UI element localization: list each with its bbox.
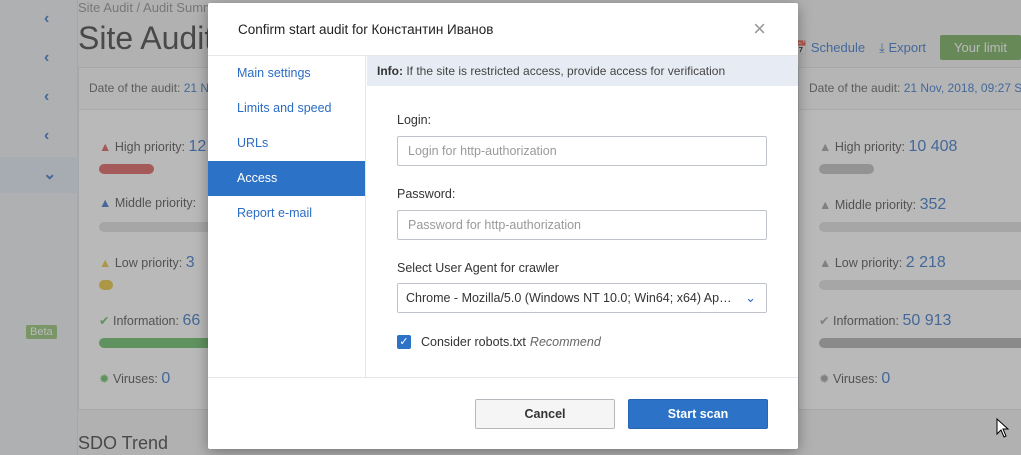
chevron-down-icon: ⌄ xyxy=(745,290,756,305)
login-input[interactable] xyxy=(397,136,767,166)
nav-urls[interactable]: URLs xyxy=(208,126,365,161)
login-label: Login: xyxy=(397,113,432,127)
nav-access[interactable]: Access xyxy=(208,161,365,196)
info-banner: Info: If the site is restricted access, … xyxy=(367,56,798,86)
dialog-header: Confirm start audit for Константин Ивано… xyxy=(208,3,798,56)
nav-report-email[interactable]: Report e-mail xyxy=(208,196,365,231)
info-text: If the site is restricted access, provid… xyxy=(403,64,726,78)
user-agent-value: Chrome - Mozilla/5.0 (Windows NT 10.0; W… xyxy=(406,291,758,305)
dialog-title: Confirm start audit for Константин Ивано… xyxy=(238,22,494,37)
password-input[interactable] xyxy=(397,210,767,240)
cancel-button[interactable]: Cancel xyxy=(475,399,615,429)
dialog-body: Main settings Limits and speed URLs Acce… xyxy=(208,56,798,378)
confirm-audit-dialog: Confirm start audit for Константин Ивано… xyxy=(208,3,798,449)
access-settings: Info: If the site is restricted access, … xyxy=(367,56,798,378)
start-scan-button[interactable]: Start scan xyxy=(628,399,768,429)
recommend-hint: Recommend xyxy=(529,335,601,349)
user-agent-select[interactable]: Chrome - Mozilla/5.0 (Windows NT 10.0; W… xyxy=(397,283,767,313)
robots-label: Consider robots.txt xyxy=(421,335,526,349)
mouse-cursor-icon xyxy=(996,418,1010,438)
nav-limits-and-speed[interactable]: Limits and speed xyxy=(208,91,365,126)
nav-main-settings[interactable]: Main settings xyxy=(208,56,365,91)
robots-checkbox[interactable]: ✓ xyxy=(397,335,411,349)
settings-nav: Main settings Limits and speed URLs Acce… xyxy=(208,56,366,378)
close-icon[interactable]: × xyxy=(753,18,766,40)
robots-checkbox-row[interactable]: ✓ Consider robots.txt Recommend xyxy=(397,335,601,349)
password-label: Password: xyxy=(397,187,456,201)
user-agent-label: Select User Agent for crawler xyxy=(397,261,559,275)
info-label: Info: xyxy=(377,64,403,78)
